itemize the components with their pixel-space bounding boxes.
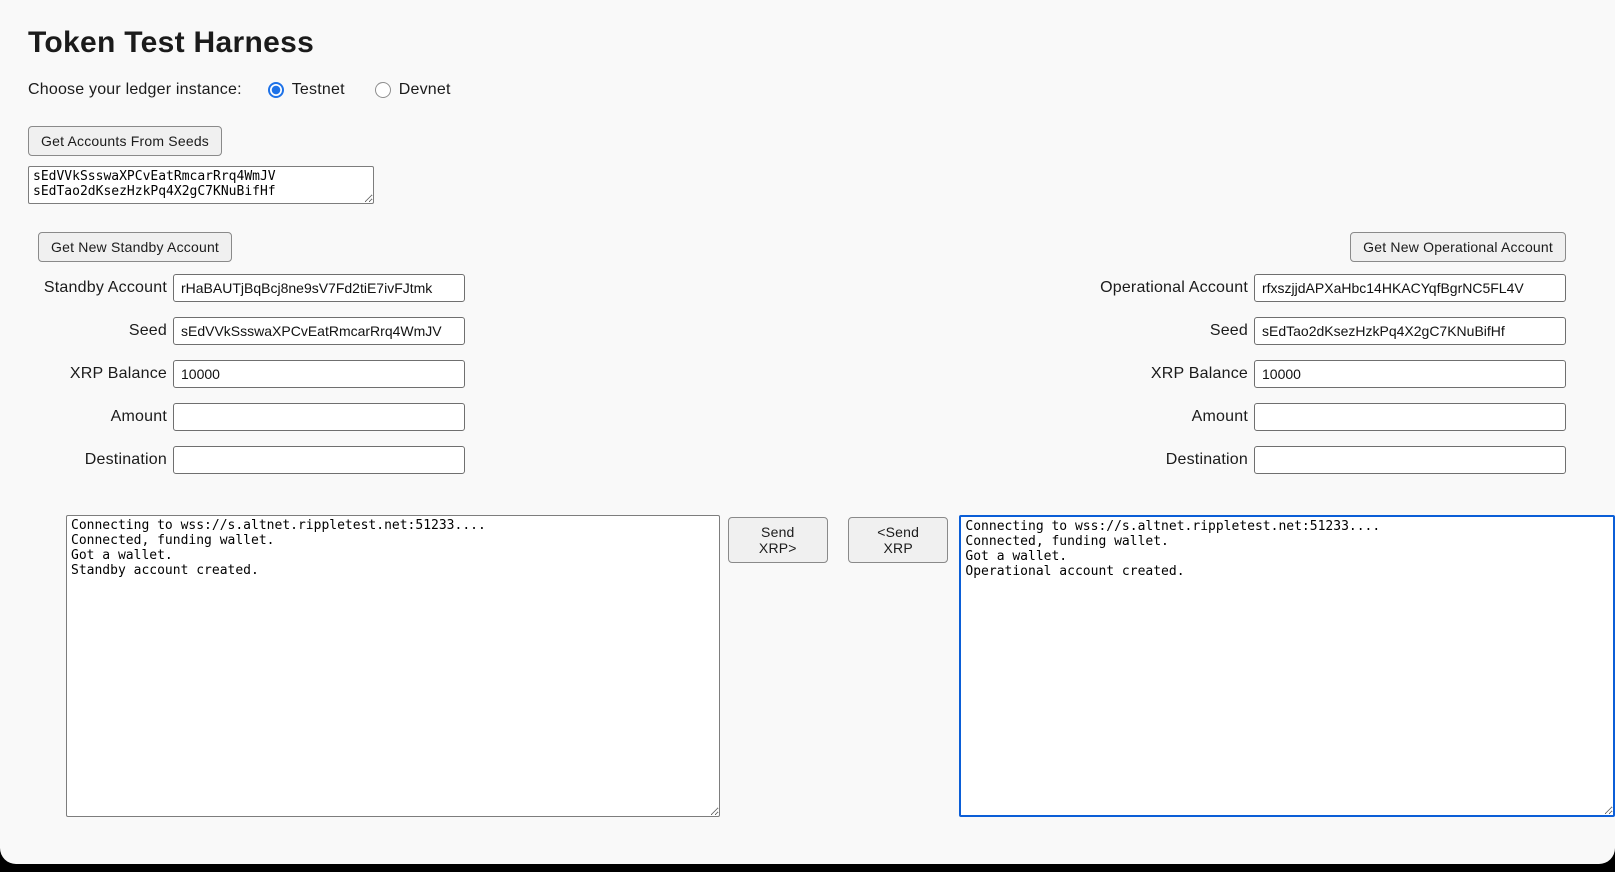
testnet-radio[interactable]	[268, 82, 284, 98]
operational-account-label: Operational Account	[1049, 279, 1254, 297]
ledger-instance-label: Choose your ledger instance:	[28, 81, 242, 99]
operational-seed-label: Seed	[1049, 322, 1254, 340]
get-accounts-from-seeds-button[interactable]: Get Accounts From Seeds	[28, 126, 222, 156]
standby-xrp-balance-label: XRP Balance	[28, 365, 173, 383]
account-forms: Standby Account Seed XRP Balance Amount …	[28, 274, 1615, 489]
devnet-radio-group: Devnet	[375, 81, 451, 99]
standby-amount-row: Amount	[28, 403, 465, 431]
standby-destination-input[interactable]	[173, 446, 465, 474]
get-new-standby-account-button[interactable]: Get New Standby Account	[38, 232, 232, 262]
devnet-radio[interactable]	[375, 82, 391, 98]
operational-destination-row: Destination	[1049, 446, 1566, 474]
operational-amount-input[interactable]	[1254, 403, 1566, 431]
standby-account-input[interactable]	[173, 274, 465, 302]
send-xrp-to-operational-button[interactable]: Send XRP>	[728, 517, 828, 563]
standby-destination-row: Destination	[28, 446, 465, 474]
operational-destination-label: Destination	[1049, 451, 1254, 469]
get-new-operational-account-button[interactable]: Get New Operational Account	[1350, 232, 1566, 262]
results-row: Connecting to wss://s.altnet.rippletest.…	[66, 515, 1615, 817]
operational-seed-input[interactable]	[1254, 317, 1566, 345]
standby-amount-input[interactable]	[173, 403, 465, 431]
token-test-harness-page: Token Test Harness Choose your ledger in…	[0, 0, 1615, 864]
standby-destination-label: Destination	[28, 451, 173, 469]
ledger-instance-row: Choose your ledger instance: Testnet Dev…	[28, 80, 1615, 100]
page-title: Token Test Harness	[28, 0, 1615, 62]
standby-seed-label: Seed	[28, 322, 173, 340]
account-buttons-row: Get New Standby Account Get New Operatio…	[28, 232, 1615, 262]
testnet-label[interactable]: Testnet	[292, 81, 345, 99]
operational-destination-input[interactable]	[1254, 446, 1566, 474]
operational-amount-label: Amount	[1049, 408, 1254, 426]
operational-amount-row: Amount	[1049, 403, 1566, 431]
standby-seed-row: Seed	[28, 317, 465, 345]
standby-results-textarea[interactable]: Connecting to wss://s.altnet.rippletest.…	[66, 515, 720, 817]
operational-xrp-balance-row: XRP Balance	[1049, 360, 1566, 388]
operational-account-row: Operational Account	[1049, 274, 1566, 302]
standby-account-label: Standby Account	[28, 279, 173, 297]
standby-xrp-balance-input[interactable]	[173, 360, 465, 388]
standby-amount-label: Amount	[28, 408, 173, 426]
operational-xrp-balance-input[interactable]	[1254, 360, 1566, 388]
operational-xrp-balance-label: XRP Balance	[1049, 365, 1254, 383]
standby-form: Standby Account Seed XRP Balance Amount …	[28, 274, 465, 489]
seeds-textarea[interactable]: sEdVVkSsswaXPCvEatRmcarRrq4WmJV sEdTao2d…	[28, 166, 374, 204]
testnet-radio-group: Testnet	[268, 81, 345, 99]
standby-xrp-balance-row: XRP Balance	[28, 360, 465, 388]
operational-seed-row: Seed	[1049, 317, 1566, 345]
send-xrp-to-standby-button[interactable]: <Send XRP	[848, 517, 948, 563]
operational-form: Operational Account Seed XRP Balance Amo…	[1049, 274, 1566, 489]
devnet-label[interactable]: Devnet	[399, 81, 451, 99]
standby-account-row: Standby Account	[28, 274, 465, 302]
operational-results-textarea[interactable]: Connecting to wss://s.altnet.rippletest.…	[959, 515, 1615, 817]
standby-seed-input[interactable]	[173, 317, 465, 345]
operational-account-input[interactable]	[1254, 274, 1566, 302]
